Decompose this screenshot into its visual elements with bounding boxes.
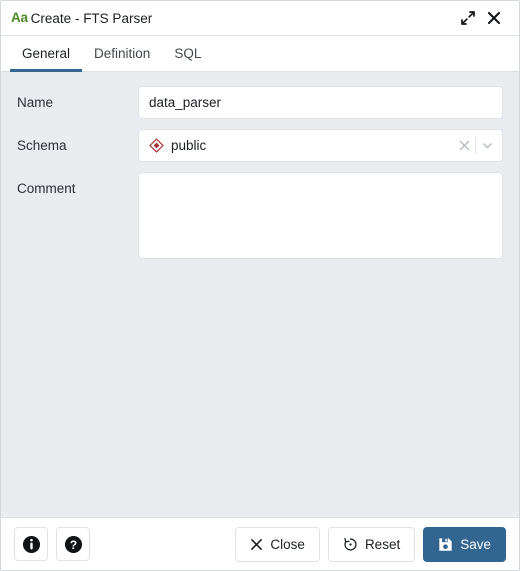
schema-field-wrap: public [138, 129, 503, 162]
chevron-down-icon[interactable] [476, 131, 498, 161]
info-button[interactable] [14, 527, 48, 561]
question-mark-icon: ? [64, 535, 82, 553]
comment-label: Comment [17, 181, 76, 196]
reset-button-label: Reset [364, 536, 401, 552]
tab-definition-label: Definition [94, 46, 151, 61]
name-label: Name [17, 95, 54, 110]
name-field-wrap [138, 86, 503, 119]
dialog-titlebar: Aa Create - FTS Parser [1, 1, 519, 36]
create-fts-parser-dialog: Aa Create - FTS Parser General Definitio… [0, 0, 520, 571]
fts-parser-icon: Aa [11, 10, 28, 26]
comment-textarea[interactable] [138, 172, 503, 259]
clear-icon[interactable] [453, 131, 475, 161]
name-field-row: Name [17, 86, 503, 119]
dialog-footer: ? Close Reset Save [1, 517, 519, 570]
schema-field-row: Schema public [17, 129, 503, 162]
close-x-icon [251, 538, 263, 550]
save-button-label: Save [460, 536, 491, 552]
info-icon [22, 535, 40, 553]
close-button-label: Close [270, 536, 305, 552]
schema-selected-value: public [171, 138, 207, 153]
comment-field-wrap [138, 172, 503, 264]
close-icon[interactable] [481, 5, 507, 31]
comment-field-row: Comment [17, 172, 503, 264]
tab-general[interactable]: General [10, 36, 83, 72]
tab-definition[interactable]: Definition [82, 36, 162, 71]
name-input[interactable] [138, 86, 503, 119]
tab-general-label: General [22, 46, 71, 61]
schema-diamond-icon [149, 138, 164, 153]
general-tab-panel: Name Schema public [1, 72, 519, 517]
tab-sql[interactable]: SQL [162, 36, 213, 71]
reset-icon [344, 537, 357, 551]
dialog-tabs: General Definition SQL [1, 36, 519, 72]
dialog-title: Create - FTS Parser [30, 10, 153, 26]
schema-select[interactable]: public [138, 129, 503, 162]
reset-button[interactable]: Reset [327, 526, 416, 562]
help-button[interactable]: ? [56, 527, 90, 561]
schema-label: Schema [17, 138, 67, 153]
save-disk-icon [439, 537, 452, 551]
maximize-icon[interactable] [455, 5, 481, 31]
tab-sql-label: SQL [174, 46, 202, 61]
close-button[interactable]: Close [235, 526, 320, 562]
save-button[interactable]: Save [423, 526, 506, 562]
svg-text:?: ? [69, 537, 76, 551]
